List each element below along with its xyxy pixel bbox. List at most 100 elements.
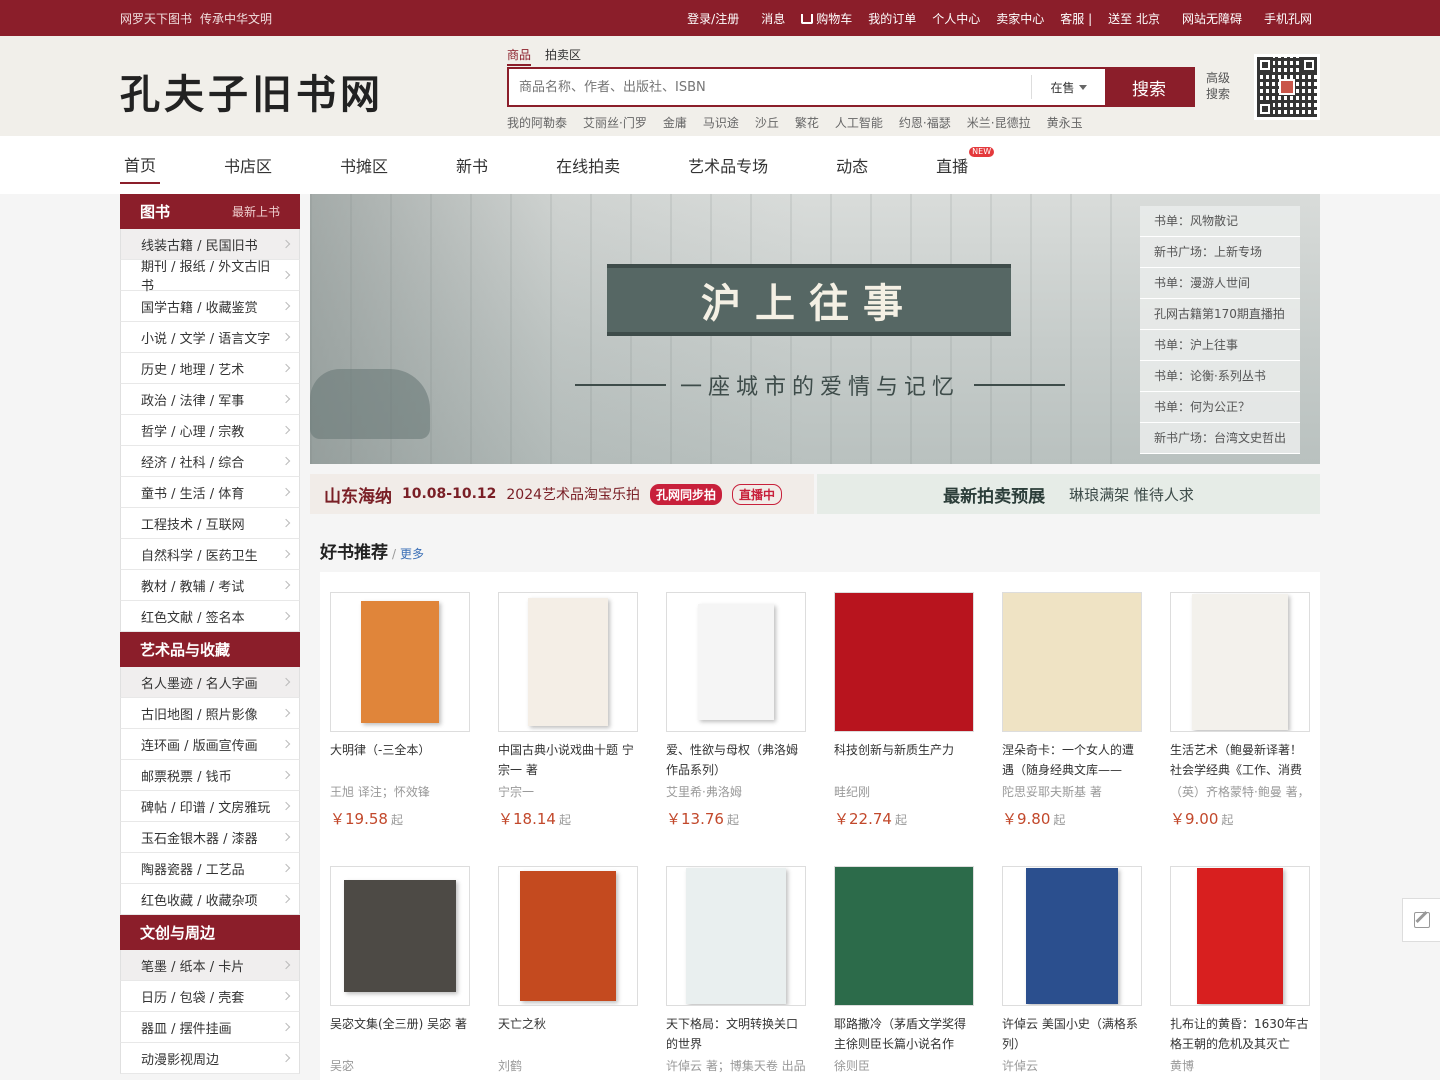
latest-books-link[interactable]: 最新上书 <box>232 203 280 220</box>
book-title[interactable]: 扎布让的黄昏：1630年古格王朝的危机及其灭亡 <box>1170 1014 1310 1054</box>
banner-topic-item[interactable]: 书单：沪上往事 <box>1140 330 1300 361</box>
book-title[interactable]: 天亡之秋 <box>498 1014 638 1054</box>
book-cover[interactable] <box>666 866 806 1006</box>
book-title[interactable]: 生活艺术（鲍曼新译著！社会学经典《工作、消费 <box>1170 740 1310 780</box>
book-card[interactable]: 爱、性欲与母权（弗洛姆作品系列） 艾里希·弗洛姆 ￥13.76 起 <box>666 592 806 829</box>
category-item[interactable]: 童书 / 生活 / 体育 <box>120 477 300 508</box>
book-title[interactable]: 中国古典小说戏曲十题 宁宗一 著 <box>498 740 638 780</box>
hot-word[interactable]: 金庸 <box>663 114 687 131</box>
book-cover[interactable] <box>498 866 638 1006</box>
login-register-link[interactable]: 登录/注册 <box>679 10 747 27</box>
hot-word[interactable]: 繁花 <box>795 114 819 131</box>
advanced-search-link[interactable]: 高级搜索 <box>1206 70 1236 102</box>
hot-word[interactable]: 约恩·福瑟 <box>899 114 951 131</box>
nav-book-stalls[interactable]: 书摊区 <box>336 147 392 183</box>
category-group-header[interactable]: 艺术品与收藏 <box>120 632 300 667</box>
banner-topic-item[interactable]: 书单：风物散记 <box>1140 206 1300 237</box>
book-card[interactable]: 生活艺术（鲍曼新译著！社会学经典《工作、消费 （英）齐格蒙特·鲍曼 著， ￥9.00… <box>1170 592 1310 829</box>
category-item[interactable]: 器皿 / 摆件挂画 <box>120 1012 300 1043</box>
category-item[interactable]: 小说 / 文学 / 语言文字 <box>120 322 300 353</box>
book-cover[interactable] <box>1170 866 1310 1006</box>
category-item[interactable]: 工程技术 / 互联网 <box>120 508 300 539</box>
search-button[interactable]: 搜索 <box>1105 69 1193 105</box>
banner-topic-item[interactable]: 书单：漫游人世间 <box>1140 268 1300 299</box>
user-center-link[interactable]: 个人中心 <box>924 10 988 27</box>
banner-topic-item[interactable]: 书单：何为公正？ <box>1140 392 1300 423</box>
book-title[interactable]: 科技创新与新质生产力 <box>834 740 974 780</box>
auction-promo-banner[interactable]: 山东海纳 10.08-10.12 2024艺术品淘宝乐拍 孔网同步拍 直播中 <box>310 474 814 514</box>
hero-banner[interactable]: 沪上往事 一座城市的爱情与记忆 书单：风物散记 新书广场：上新专场 书单：漫游人世间… <box>310 194 1320 464</box>
customer-service-link[interactable]: 客服 | <box>1052 10 1100 27</box>
book-cover[interactable] <box>1170 592 1310 732</box>
banner-topic-item[interactable]: 孔网古籍第170期直播拍 <box>1140 299 1300 330</box>
book-cover[interactable] <box>498 592 638 732</box>
book-title[interactable]: 爱、性欲与母权（弗洛姆作品系列） <box>666 740 806 780</box>
nav-online-auction[interactable]: 在线拍卖 <box>552 147 624 183</box>
book-title[interactable]: 许倬云 美国小史（满格系列） <box>1002 1014 1142 1054</box>
category-item[interactable]: 红色收藏 / 收藏杂项 <box>120 884 300 915</box>
hot-word[interactable]: 人工智能 <box>835 114 883 131</box>
category-item[interactable]: 哲学 / 心理 / 宗教 <box>120 415 300 446</box>
banner-topic-item[interactable]: 书单：论衡·系列丛书 <box>1140 361 1300 392</box>
book-cover[interactable] <box>330 592 470 732</box>
category-item[interactable]: 邮票税票 / 钱币 <box>120 760 300 791</box>
category-item[interactable]: 碑帖 / 印谱 / 文房雅玩 <box>120 791 300 822</box>
book-card[interactable]: 扎布让的黄昏：1630年古格王朝的危机及其灭亡 黄博 <box>1170 866 1310 1076</box>
book-card[interactable]: 天下格局：文明转换关口的世界 许倬云 著；博集天卷 出品 <box>666 866 806 1076</box>
nav-live[interactable]: 直播 NEW <box>932 147 995 183</box>
search-input[interactable] <box>509 69 1031 105</box>
category-item[interactable]: 红色文献 / 签名本 <box>120 601 300 632</box>
book-cover[interactable] <box>834 866 974 1006</box>
book-title[interactable]: 天下格局：文明转换关口的世界 <box>666 1014 806 1054</box>
cart-link[interactable]: 购物车 <box>793 10 860 27</box>
auction-preview-banner[interactable]: 最新拍卖预展 琳琅满架 惟待人求 <box>817 474 1320 514</box>
hot-word[interactable]: 艾丽丝·门罗 <box>583 114 647 131</box>
category-item[interactable]: 陶器瓷器 / 工艺品 <box>120 853 300 884</box>
book-card[interactable]: 吴宓文集(全三册) 吴宓 著吴宓 <box>330 866 470 1076</box>
category-item[interactable]: 期刊 / 报纸 / 外文古旧书 <box>120 260 300 294</box>
nav-art-special[interactable]: 艺术品专场 <box>684 147 772 183</box>
category-item[interactable]: 日历 / 包袋 / 壳套 <box>120 981 300 1012</box>
book-cover[interactable] <box>1002 592 1142 732</box>
category-item[interactable]: 古旧地图 / 照片影像 <box>120 698 300 729</box>
category-item[interactable]: 经济 / 社科 / 综合 <box>120 446 300 477</box>
search-tab-goods[interactable]: 商品 <box>507 46 532 66</box>
category-item[interactable]: 笔墨 / 纸本 / 卡片 <box>120 950 300 981</box>
recommend-more-link[interactable]: 更多 <box>400 545 424 562</box>
hot-word[interactable]: 沙丘 <box>755 114 779 131</box>
book-card[interactable]: 涅朵奇卡：一个女人的遭遇（随身经典文库—— 陀思妥耶夫斯基 著 ￥9.80 起 <box>1002 592 1142 829</box>
nav-news[interactable]: 动态 <box>832 147 872 183</box>
book-cover[interactable] <box>1002 866 1142 1006</box>
my-orders-link[interactable]: 我的订单 <box>860 10 924 27</box>
book-cover[interactable] <box>666 592 806 732</box>
category-group-header[interactable]: 文创与周边 <box>120 915 300 950</box>
book-card[interactable]: 大明律（-三全本） 王旭 译注；怀效锋 ￥19.58 起 <box>330 592 470 829</box>
site-logo[interactable]: 孔夫子旧书网 <box>120 62 384 120</box>
book-title[interactable]: 耶路撒冷（茅盾文学奖得主徐则臣长篇小说名作 <box>834 1014 974 1054</box>
messages-link[interactable]: 消息 <box>753 10 793 27</box>
search-scope-select[interactable]: 在售 <box>1031 75 1105 99</box>
category-item[interactable]: 名人墨迹 / 名人字画 <box>120 667 300 698</box>
hot-word[interactable]: 我的阿勒泰 <box>507 114 567 131</box>
category-item[interactable]: 国学古籍 / 收藏鉴赏 <box>120 291 300 322</box>
book-card[interactable]: 许倬云 美国小史（满格系列） 许倬云 <box>1002 866 1142 1076</box>
nav-home[interactable]: 首页 <box>120 146 161 184</box>
category-item[interactable]: 历史 / 地理 / 艺术 <box>120 353 300 384</box>
search-tab-auction[interactable]: 拍卖区 <box>545 46 581 66</box>
accessibility-link[interactable]: 网站无障碍 <box>1174 10 1250 27</box>
mobile-site-link[interactable]: 手机孔网 <box>1256 10 1320 27</box>
feedback-button[interactable] <box>1402 898 1440 942</box>
book-card[interactable]: 科技创新与新质生产力 畦纪刚 ￥22.74 起 <box>834 592 974 829</box>
book-card[interactable]: 耶路撒冷（茅盾文学奖得主徐则臣长篇小说名作 徐则臣 <box>834 866 974 1076</box>
category-item[interactable]: 教材 / 教辅 / 考试 <box>120 570 300 601</box>
book-card[interactable]: 中国古典小说戏曲十题 宁宗一 著宁宗一 ￥18.14 起 <box>498 592 638 829</box>
hot-word[interactable]: 米兰·昆德拉 <box>967 114 1031 131</box>
category-item[interactable]: 政治 / 法律 / 军事 <box>120 384 300 415</box>
seller-center-link[interactable]: 卖家中心 <box>988 10 1052 27</box>
delivery-location[interactable]: 送至 北京 <box>1100 10 1168 27</box>
category-item[interactable]: 动漫影视周边 <box>120 1043 300 1074</box>
book-title[interactable]: 大明律（-三全本） <box>330 740 470 780</box>
book-card[interactable]: 天亡之秋 刘鹤 <box>498 866 638 1076</box>
category-item[interactable]: 连环画 / 版画宣传画 <box>120 729 300 760</box>
banner-topic-item[interactable]: 新书广场：台湾文史哲出 <box>1140 423 1300 454</box>
